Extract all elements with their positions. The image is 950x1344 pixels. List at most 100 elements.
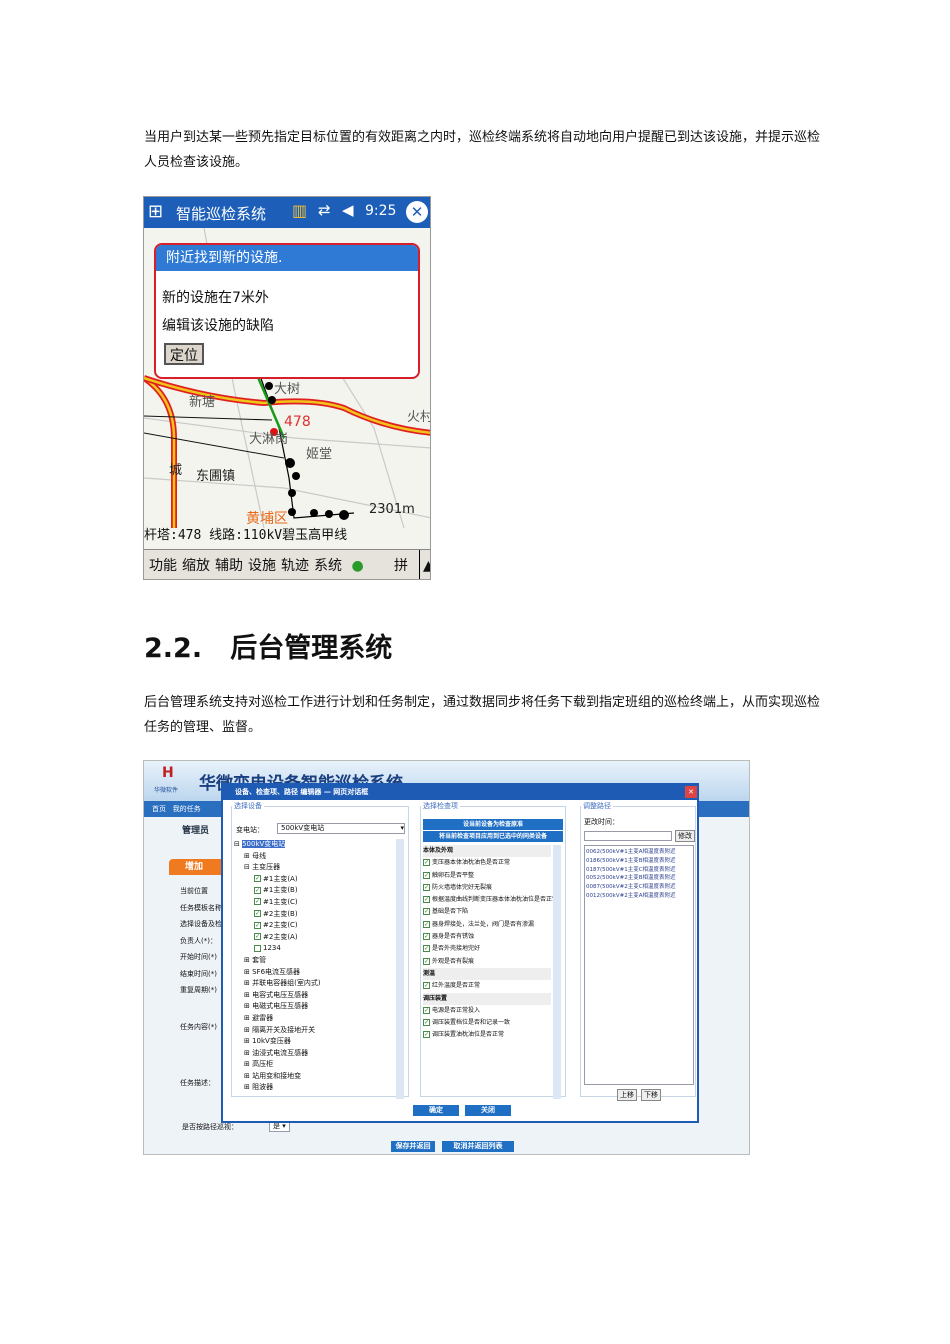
check-item[interactable]: ✓ 器身是否有锈蚀 xyxy=(423,931,551,943)
expand-icon[interactable]: ⊞ xyxy=(244,956,252,964)
gps-icon[interactable]: ● xyxy=(351,558,363,574)
modify-button[interactable]: 修改 xyxy=(675,830,695,842)
checkbox[interactable]: ✓ xyxy=(254,910,261,918)
menu-track[interactable]: 轨迹 xyxy=(281,558,309,574)
checkbox[interactable]: ✓ xyxy=(254,933,261,941)
tree-node[interactable]: ⊞ 隔离开关及接地开关 xyxy=(234,1025,394,1037)
check-item[interactable]: ✓ 调压装置档位是否和记录一致 xyxy=(423,1017,551,1029)
expand-icon[interactable]: ⊞ xyxy=(244,1014,252,1022)
checkbox[interactable]: ✓ xyxy=(423,883,430,891)
tree-node[interactable]: ✓ #2主变(C) xyxy=(234,920,394,932)
tree-node[interactable]: ✓ #1主变(A) xyxy=(234,874,394,886)
check-item[interactable]: ✓ 红外温度是否正常 xyxy=(423,980,551,992)
cancel-return-button[interactable]: 取消并返回列表 xyxy=(442,1141,514,1152)
expand-icon[interactable]: ⊞ xyxy=(244,1026,252,1034)
tree-node[interactable]: ✓ #2主变(A) xyxy=(234,932,394,944)
check-item[interactable]: ✓ 外观是否有裂痕 xyxy=(423,956,551,968)
path-item[interactable]: 0052(500kV#2主变B相温度表附近 xyxy=(586,874,692,883)
tree-node[interactable]: ⊞ 油浸式电流互感器 xyxy=(234,1048,394,1060)
volume-icon[interactable]: ◀ xyxy=(342,201,354,219)
menu-function[interactable]: 功能 xyxy=(149,558,177,574)
windows-start-icon[interactable]: ⊞ xyxy=(148,201,163,222)
check-item[interactable]: ✓ 电源是否正常投入 xyxy=(423,1005,551,1017)
nav-home[interactable]: 首页 xyxy=(152,805,166,813)
check-item[interactable]: ✓ 防火墙墙体完好无裂痕 xyxy=(423,882,551,894)
tree-root[interactable]: ⊟ 500kV变电站 xyxy=(234,839,394,851)
set-standard-button[interactable]: 设当前设备为检查原准 xyxy=(423,819,563,830)
expand-icon[interactable]: ⊞ xyxy=(244,1002,252,1010)
ok-button[interactable]: 确定 xyxy=(413,1105,459,1116)
path-list[interactable]: 0062(500kV#1主变A相温度表附近 0186(500kV#1主变B相温度表… xyxy=(584,845,694,1085)
path-item[interactable]: 0187(500kV#1主变C相温度表附近 xyxy=(586,866,692,875)
expand-icon[interactable]: ⊞ xyxy=(244,852,252,860)
tree-node[interactable]: ⊟ 主变压器 xyxy=(234,862,394,874)
dialog-close-icon[interactable]: ✕ xyxy=(685,786,697,798)
check-item[interactable]: ✓ 器身焊接处，法兰处，阀门是否有渗漏 xyxy=(423,919,551,931)
tree-node[interactable]: ✓ #2主变(B) xyxy=(234,909,394,921)
checkbox[interactable]: ✓ xyxy=(423,896,430,904)
checkbox[interactable]: ✓ xyxy=(423,957,430,965)
tree-node[interactable]: ⊞ 电磁式电压互感器 xyxy=(234,1001,394,1013)
edit-defect-link[interactable]: 编辑该设施的缺陷 xyxy=(156,315,274,335)
check-item[interactable]: ✓ 调压装置油枕油位是否正常 xyxy=(423,1029,551,1041)
station-select[interactable]: 500kV变电站 ▾ xyxy=(277,823,405,834)
expand-icon[interactable]: ⊞ xyxy=(244,1060,252,1068)
expand-icon[interactable]: ⊟ xyxy=(244,863,252,871)
checkbox[interactable]: ✓ xyxy=(254,921,261,929)
checkbox[interactable]: ✓ xyxy=(254,898,261,906)
expand-icon[interactable]: ⊞ xyxy=(244,991,252,999)
tree-node[interactable]: ✓ #1主变(B) xyxy=(234,885,394,897)
expand-icon[interactable]: ⊞ xyxy=(244,979,252,987)
move-down-button[interactable]: 下移 xyxy=(641,1089,661,1101)
close-button[interactable]: 关闭 xyxy=(465,1105,511,1116)
expand-icon[interactable]: ⊞ xyxy=(244,1037,252,1045)
tree-node[interactable]: ✓ #1主变(C) xyxy=(234,897,394,909)
menu-system[interactable]: 系统 xyxy=(314,558,342,574)
path-item[interactable]: 0012(500kV#2主变A相温度表附近 xyxy=(586,892,692,901)
checkbox[interactable]: ✓ xyxy=(423,1019,430,1027)
check-item[interactable]: ✓ 变压器本体油枕油色是否正常 xyxy=(423,857,551,869)
menu-assist[interactable]: 辅助 xyxy=(215,558,243,574)
checkbox[interactable]: ✓ xyxy=(254,875,261,883)
path-item[interactable]: 0087(500kV#2主变C相温度表附近 xyxy=(586,883,692,892)
checkbox[interactable]: ✓ xyxy=(423,1006,430,1014)
check-item[interactable]: ✓ 根据温度曲线判断变压器本体油枕油位是否正常 xyxy=(423,894,558,906)
checkbox[interactable] xyxy=(254,944,261,952)
checkbox[interactable]: ✓ xyxy=(423,933,430,941)
checkbox[interactable]: ✓ xyxy=(423,920,430,928)
tree-node[interactable]: 1234 xyxy=(234,943,394,955)
checkbox[interactable]: ✓ xyxy=(423,908,430,916)
tree-node[interactable]: ⊞ 10kV变压器 xyxy=(234,1036,394,1048)
check-item[interactable]: ✓ 触卵石是否平整 xyxy=(423,870,551,882)
tree-scrollbar[interactable] xyxy=(396,839,404,1099)
save-return-button[interactable]: 保存并返回 xyxy=(391,1141,435,1152)
tree-node[interactable]: ⊞ 母线 xyxy=(234,851,394,863)
tree-node[interactable]: ⊞ 阻波器 xyxy=(234,1082,394,1094)
check-scrollbar[interactable] xyxy=(553,845,561,1099)
path-item[interactable]: 0186(500kV#1主变B相温度表附近 xyxy=(586,857,692,866)
checkbox[interactable]: ✓ xyxy=(254,886,261,894)
tree-node[interactable]: ⊞ 并联电容器组(室内式) xyxy=(234,978,394,990)
check-item[interactable]: ✓ 是否外壳接地完好 xyxy=(423,943,551,955)
tree-node[interactable]: ⊞ 电容式电压互感器 xyxy=(234,990,394,1002)
path-item[interactable]: 0062(500kV#1主变A相温度表附近 xyxy=(586,848,692,857)
menu-zoom[interactable]: 缩放 xyxy=(182,558,210,574)
checkbox[interactable]: ✓ xyxy=(423,945,430,953)
close-icon[interactable]: ✕ xyxy=(406,201,428,223)
tree-node[interactable]: ⊞ SF6电流互感器 xyxy=(234,967,394,979)
locate-button[interactable]: 定位 xyxy=(164,343,204,365)
tree-node[interactable]: ⊞ 避雷器 xyxy=(234,1013,394,1025)
menu-facility[interactable]: 设施 xyxy=(248,558,276,574)
checkbox[interactable]: ✓ xyxy=(423,871,430,879)
expand-icon[interactable]: ⊞ xyxy=(244,1072,252,1080)
apply-to-similar-button[interactable]: 将当前检查项目应用到已选中的同类设备 xyxy=(423,831,563,842)
tree-node[interactable]: ⊞ 站用变和接地变 xyxy=(234,1071,394,1083)
check-item[interactable]: ✓ 基础是否下陷 xyxy=(423,906,551,918)
input-method-button[interactable]: 拼 xyxy=(394,550,408,579)
keyboard-toggle-icon[interactable]: ▲ xyxy=(419,550,430,579)
checkbox[interactable]: ✓ xyxy=(423,859,430,867)
checkbox[interactable]: ✓ xyxy=(423,1031,430,1039)
expand-icon[interactable]: ⊞ xyxy=(244,1049,252,1057)
add-tab[interactable]: 增加 xyxy=(169,859,229,875)
device-tree[interactable]: ⊟ 500kV变电站 ⊞ 母线 ⊟ 主变压器 ✓ #1主变(A) ✓ #1主变(B) ✓ #1… xyxy=(234,839,394,1094)
